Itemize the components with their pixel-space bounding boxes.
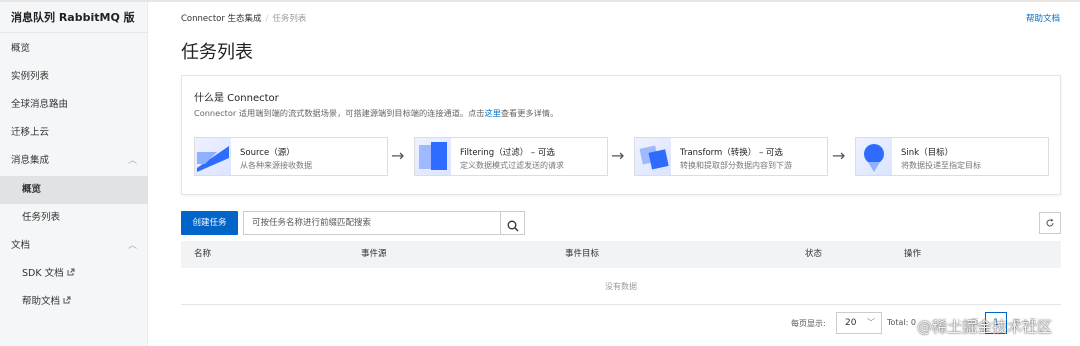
sidebar-item-task-list[interactable]: 任务列表 [0,204,148,232]
search-button[interactable] [500,211,525,235]
breadcrumb-separator: / [265,14,269,24]
sidebar-item-label: 任务列表 [22,212,61,223]
create-task-button[interactable]: 创建任务 [181,211,238,235]
external-link-icon [67,260,75,288]
column-header-event-source: 事件源 [361,249,387,259]
intro-description: Connector 适用端到端的流式数据场景，可搭建源端到目标端的连接通道。点击… [194,107,558,119]
transform-illustration-icon [635,138,671,175]
search-icon [507,217,519,236]
search-field [243,211,501,235]
step-description: 从各种来源接收数据 [240,161,312,170]
sidebar-group-integration[interactable]: 消息集成 ︿ [0,147,148,175]
step-description: 将数据投递至指定目标 [901,161,981,170]
step-source: Source（源） 从各种来源接收数据 [194,137,388,176]
page-size-value: 20 [845,318,857,328]
chevron-up-icon: ︿ [127,156,137,166]
connector-intro-card: 什么是 Connector Connector 适用端到端的流式数据场景，可搭建… [181,75,1061,195]
watermark-text: @稀土掘金技术社区 [917,318,1053,336]
column-header-event-target: 事件目标 [565,249,600,259]
sidebar-item-label: 概览 [11,43,31,54]
intro-more-link[interactable]: 这里 [484,108,500,118]
column-header-name: 名称 [194,249,212,259]
step-transform: Transform（转换） – 可选 转换和提取部分数据内容到下游 [634,137,828,176]
sidebar-item-overview[interactable]: 概览 [0,35,148,63]
external-link-icon [63,288,71,316]
help-docs-link[interactable]: 帮助文档 [1026,12,1060,24]
chevron-up-icon: ︿ [127,241,137,251]
step-sink: Sink（目标） 将数据投递至指定目标 [855,137,1049,176]
refresh-button[interactable] [1039,212,1061,234]
step-title: Source（源） [240,148,295,158]
sidebar-group-docs[interactable]: 文档 ︿ [0,232,148,260]
breadcrumb-current: 任务列表 [272,14,307,24]
sidebar-item-migration[interactable]: 迁移上云 [0,119,148,147]
sidebar-item-integration-overview[interactable]: 概览 [0,176,148,204]
sidebar-item-sdk-docs[interactable]: SDK 文档 [0,260,148,288]
page-size-select[interactable]: 20 ﹀ [836,312,882,334]
step-description: 转换和提取部分数据内容到下游 [680,161,792,170]
sidebar-item-label: 文档 [11,240,31,251]
total-count: Total: 0 [887,318,917,327]
column-header-actions: 操作 [904,249,922,259]
intro-title: 什么是 Connector [194,93,279,104]
sidebar-title: 消息队列 RabbitMQ 版 [0,2,147,33]
sidebar-item-label: 消息集成 [11,155,50,166]
sidebar-item-label: 概览 [22,184,42,195]
sidebar-item-global-routing[interactable]: 全球消息路由 [0,91,148,119]
sidebar-item-label: 实例列表 [11,71,50,82]
intro-desc-text-end: 查看更多详情。 [500,108,559,118]
step-title: Transform（转换） – 可选 [680,148,783,158]
intro-desc-text: Connector 适用端到端的流式数据场景，可搭建源端到目标端的连接通道。点击 [194,108,485,118]
step-description: 定义数据模式过滤发送的请求 [460,161,564,170]
sidebar-item-label: 全球消息路由 [11,99,69,110]
step-title: Sink（目标） [901,148,954,158]
table-empty-state: 没有数据 [181,268,1061,305]
top-border [0,0,1080,2]
sidebar-item-label: 迁移上云 [11,127,50,138]
arrow-right-icon: → [832,146,846,165]
refresh-icon [1045,218,1055,231]
breadcrumb-root[interactable]: Connector 生态集成 [181,14,262,24]
chevron-down-icon: ﹀ [867,318,875,327]
step-title: Filtering（过滤） – 可选 [460,148,555,158]
sidebar-item-instances[interactable]: 实例列表 [0,63,148,91]
arrow-right-icon: → [391,146,405,165]
filter-illustration-icon [415,138,451,175]
breadcrumb: Connector 生态集成 / 任务列表 [181,12,306,24]
step-filtering: Filtering（过滤） – 可选 定义数据模式过滤发送的请求 [414,137,608,176]
column-header-status: 状态 [805,249,823,259]
sink-illustration-icon [856,138,892,175]
sidebar-item-label: SDK 文档 [22,268,64,279]
sidebar: 消息队列 RabbitMQ 版 概览 实例列表 全球消息路由 迁移上云 消息集成… [0,2,148,346]
table-header: 名称 事件源 事件目标 状态 操作 [181,241,1061,268]
source-illustration-icon [195,138,231,175]
search-input[interactable] [244,212,500,234]
page-size-label: 每页显示: [791,319,826,328]
arrow-right-icon: → [611,146,625,165]
page-title: 任务列表 [181,42,253,63]
sidebar-item-label: 帮助文档 [22,296,61,307]
sidebar-item-help-docs[interactable]: 帮助文档 [0,288,148,316]
